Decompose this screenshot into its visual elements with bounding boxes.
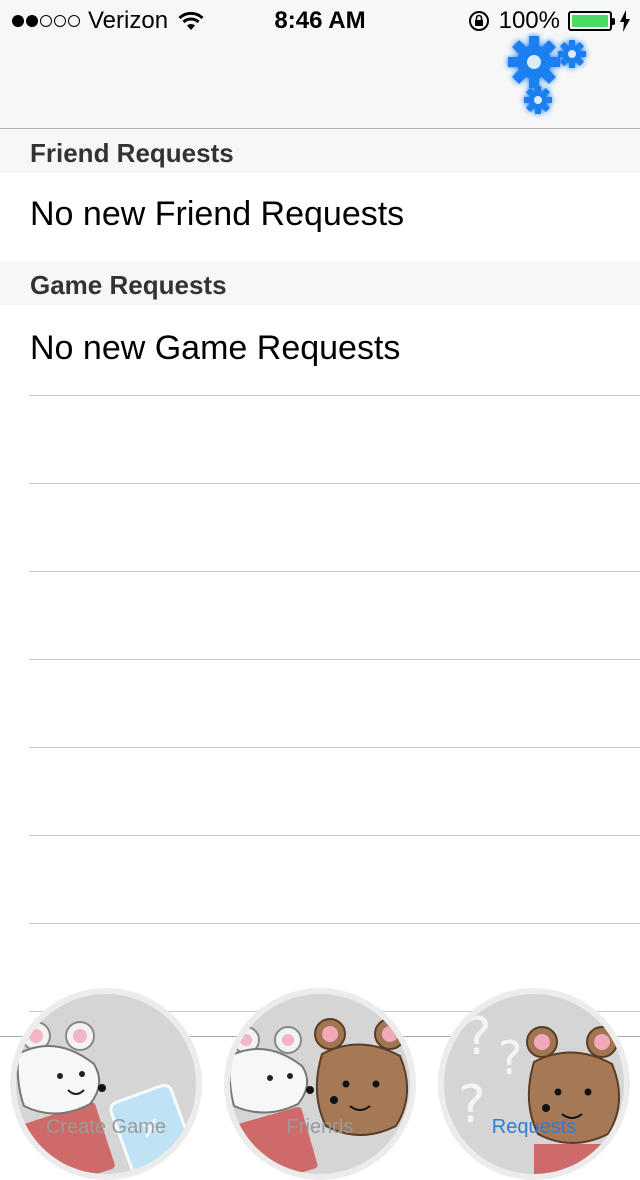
battery-percentage: 100% [498, 7, 560, 34]
row-separator [30, 395, 640, 396]
game-requests-empty-row[interactable]: No new Game Requests [0, 307, 640, 395]
charging-bolt-icon [620, 10, 630, 32]
section-title: Game Requests [30, 270, 227, 300]
svg-text:?: ? [464, 1007, 492, 1067]
section-title: Friend Requests [30, 138, 234, 168]
tab-requests[interactable]: ? ? ? Requests [438, 988, 630, 1180]
battery-icon [568, 11, 615, 31]
row-separator [30, 747, 640, 748]
two-mice-icon [230, 1018, 409, 1174]
settings-button[interactable] [502, 32, 594, 122]
mouse-with-cards-icon: ✕ [16, 1021, 196, 1174]
row-label: No new Game Requests [30, 329, 401, 367]
row-separator [30, 483, 640, 484]
row-separator [30, 923, 640, 924]
row-separator [30, 659, 640, 660]
gears-icon [508, 36, 586, 114]
row-separator [30, 835, 640, 836]
friend-requests-header: Friend Requests [0, 129, 640, 173]
tab-create-game[interactable]: ✕ Create Game [10, 988, 202, 1180]
rotation-lock-icon [468, 11, 489, 31]
tab-friends[interactable]: Friends [224, 988, 416, 1180]
mouse-question-icon: ? ? ? [458, 1007, 621, 1174]
status-right: 100% [467, 7, 630, 35]
row-label: No new Friend Requests [30, 195, 405, 233]
game-requests-header: Game Requests [0, 261, 640, 305]
friend-requests-empty-row[interactable]: No new Friend Requests [0, 173, 640, 261]
navigation-bar: Verizon 8:46 AM 100% [0, 0, 640, 129]
svg-text:?: ? [498, 1031, 522, 1085]
row-separator [30, 571, 640, 572]
